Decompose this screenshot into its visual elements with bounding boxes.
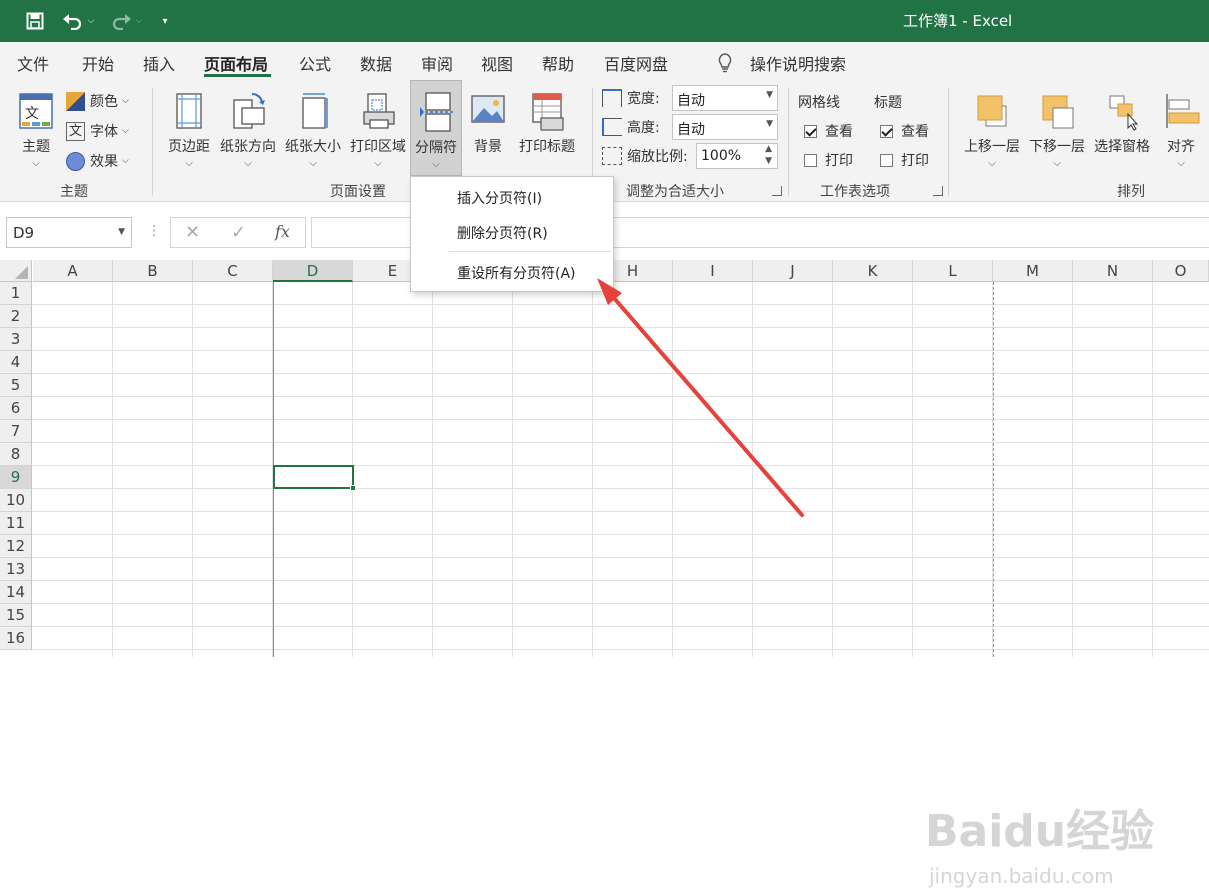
annotation-arrow	[597, 278, 804, 517]
baidu-watermark-url: jingyan.baidu.com	[929, 864, 1114, 888]
baidu-watermark: Baidu经验	[925, 806, 1155, 857]
